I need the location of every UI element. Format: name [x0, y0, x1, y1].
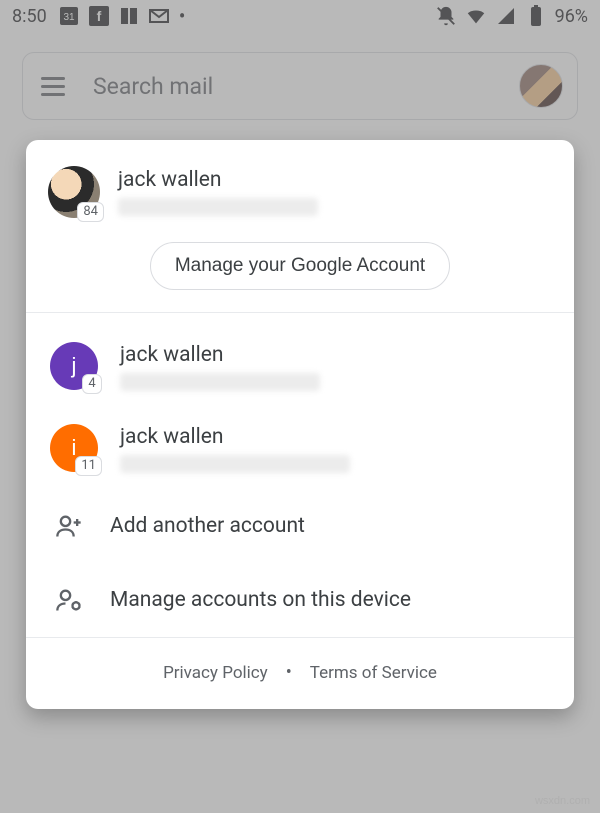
- account-item[interactable]: i 11 jack wallen: [26, 407, 574, 489]
- account-name: jack wallen: [120, 425, 350, 449]
- account-email: [120, 455, 350, 473]
- account-dialog: 84 jack wallen Manage your Google Accoun…: [26, 140, 574, 709]
- manage-account-button[interactable]: Manage your Google Account: [150, 242, 450, 290]
- terms-of-service-link[interactable]: Terms of Service: [310, 663, 437, 683]
- person-add-icon: [54, 511, 84, 541]
- manage-accounts-button[interactable]: Manage accounts on this device: [26, 563, 574, 637]
- privacy-policy-link[interactable]: Privacy Policy: [163, 663, 268, 683]
- account-name: jack wallen: [120, 343, 320, 367]
- primary-badge: 84: [77, 202, 104, 222]
- account-item[interactable]: j 4 jack wallen: [26, 325, 574, 407]
- add-account-label: Add another account: [110, 514, 305, 538]
- separator-dot: •: [286, 662, 292, 683]
- account-badge: 4: [82, 374, 102, 394]
- account-badge: 11: [75, 456, 102, 476]
- primary-account-row[interactable]: 84 jack wallen: [48, 166, 552, 218]
- primary-account-name: jack wallen: [118, 168, 318, 192]
- dialog-footer: Privacy Policy • Terms of Service: [26, 637, 574, 709]
- primary-account-email: [118, 198, 318, 216]
- add-account-button[interactable]: Add another account: [26, 489, 574, 563]
- account-email: [120, 373, 320, 391]
- person-gear-icon: [54, 585, 84, 615]
- watermark: wsxdn.com: [535, 795, 590, 807]
- manage-accounts-label: Manage accounts on this device: [110, 588, 411, 612]
